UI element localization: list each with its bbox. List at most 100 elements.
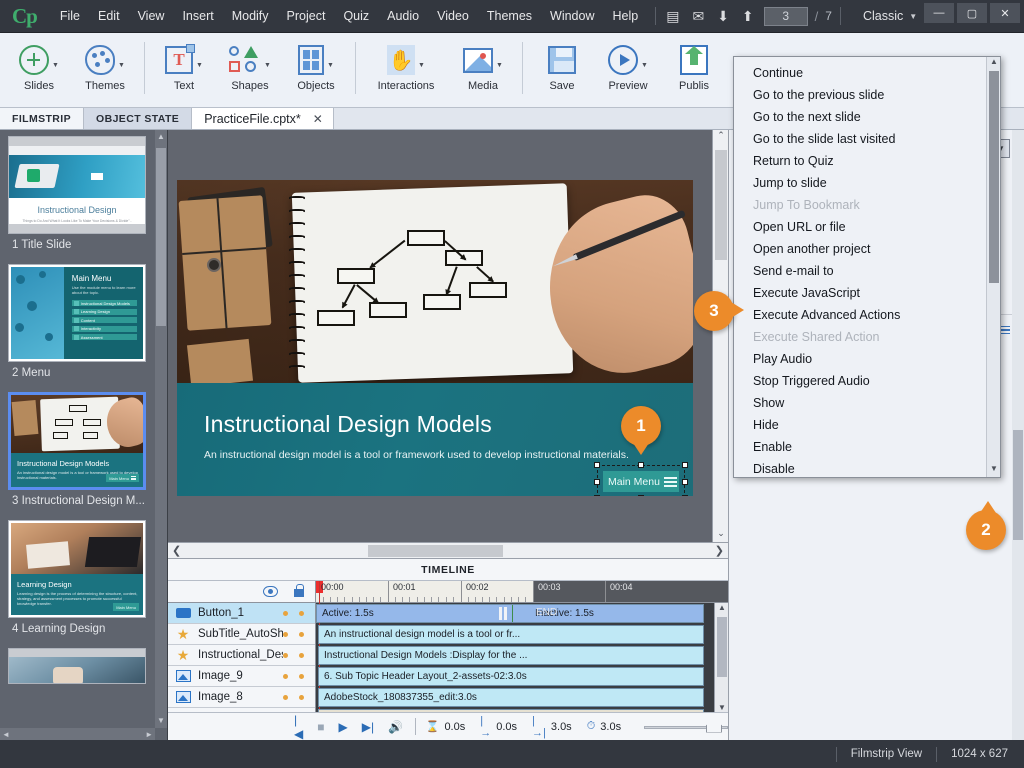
dropdown-scrollbar[interactable]: ▲ ▼	[986, 57, 1000, 477]
menu-item-hide[interactable]: Hide	[734, 414, 986, 436]
menu-modify[interactable]: Modify	[223, 4, 278, 28]
menu-item-enable[interactable]: Enable	[734, 436, 986, 458]
forward-button[interactable]: ▶|	[362, 720, 374, 734]
resize-handle-bl[interactable]	[594, 495, 600, 496]
visibility-toggle[interactable]	[283, 652, 288, 658]
chevron-down-icon[interactable]: ▼	[418, 62, 425, 69]
visibility-toggle[interactable]	[283, 610, 288, 616]
menu-help[interactable]: Help	[604, 4, 648, 28]
menu-item-jump-to-slide[interactable]: Jump to slide	[734, 172, 986, 194]
menu-insert[interactable]: Insert	[173, 4, 222, 28]
scroll-left-icon[interactable]: ◄	[2, 730, 10, 739]
tab-document[interactable]: PracticeFile.cptx* ✕	[192, 108, 334, 129]
timeline-ruler[interactable]: 00:00 00:01 00:02 00:03 00:04	[316, 581, 728, 603]
play-button[interactable]: ▶	[338, 720, 347, 734]
scroll-right-icon[interactable]: ❯	[715, 544, 724, 557]
up-arrow-icon[interactable]: ⬆	[742, 9, 754, 23]
slide-canvas[interactable]: Instructional Design Models An instructi…	[177, 180, 693, 496]
mail-icon[interactable]: ✉	[692, 9, 704, 23]
scroll-down-icon[interactable]: ⌄	[713, 528, 728, 542]
slide-thumbnail-5[interactable]	[8, 648, 146, 684]
menu-item-disable[interactable]: Disable	[734, 458, 986, 480]
scroll-down-icon[interactable]: ▼	[155, 714, 167, 728]
list-item[interactable]	[8, 648, 155, 684]
toolbar-interactions-button[interactable]: ✋ ▼ Interactions	[362, 38, 450, 92]
lock-toggle[interactable]	[299, 673, 304, 679]
filmstrip-vertical-scrollbar[interactable]: ▲ ▼	[155, 130, 167, 728]
menu-item-play-audio[interactable]: Play Audio	[734, 348, 986, 370]
menu-project[interactable]: Project	[278, 4, 335, 28]
timeline-bar-image-8[interactable]: AdobeStock_180837355_edit:3.0s	[318, 688, 704, 707]
filmstrip-horizontal-scrollbar[interactable]: ◄ ►	[0, 728, 155, 740]
audio-button[interactable]: 🔊	[388, 720, 403, 734]
scroll-up-icon[interactable]: ⌃	[713, 130, 728, 144]
menu-item-return-to-quiz[interactable]: Return to Quiz	[734, 150, 986, 172]
menu-item-execute-advanced-actions[interactable]: Execute Advanced Actions	[734, 304, 986, 326]
menu-item-open-another-project[interactable]: Open another project	[734, 238, 986, 260]
slide-subtitle-text[interactable]: An instructional design model is a tool …	[204, 449, 629, 461]
stage-vertical-scrollbar[interactable]: ⌃ ⌄	[712, 130, 728, 542]
timeline-zoom-slider[interactable]	[644, 719, 728, 733]
menu-item-stop-triggered-audio[interactable]: Stop Triggered Audio	[734, 370, 986, 392]
timeline-vertical-scrollbar[interactable]: ▲ ▼	[714, 603, 728, 712]
slide-thumbnail-1[interactable]: Instructional Design Things to Do And Wh…	[8, 136, 146, 234]
timeline-bar-subtitle[interactable]: An instructional design model is a tool …	[318, 625, 704, 644]
toolbar-slides-button[interactable]: ▼ Slides	[6, 38, 72, 92]
properties-vertical-scrollbar[interactable]	[1012, 130, 1024, 740]
resize-handle-tc[interactable]	[638, 462, 644, 468]
toolbar-save-button[interactable]: Save	[529, 38, 595, 92]
down-arrow-icon[interactable]: ⬇	[717, 9, 729, 23]
menu-item-open-url-or-file[interactable]: Open URL or file	[734, 216, 986, 238]
menu-item-continue[interactable]: Continue	[734, 62, 986, 84]
menu-view[interactable]: View	[129, 4, 174, 28]
scroll-up-icon[interactable]: ▲	[987, 57, 1001, 70]
chevron-down-icon[interactable]: ▼	[327, 62, 334, 69]
slide-thumbnail-3[interactable]: Instructional Design Models An instructi…	[8, 392, 146, 490]
table-row[interactable]: Button_1	[168, 603, 315, 624]
menu-item-go-to-previous-slide[interactable]: Go to the previous slide	[734, 84, 986, 106]
menu-audio[interactable]: Audio	[378, 4, 428, 28]
visibility-toggle[interactable]	[283, 631, 288, 637]
scroll-up-icon[interactable]: ▲	[155, 130, 167, 144]
slide-number-input[interactable]: 3	[763, 6, 808, 26]
close-icon[interactable]: ✕	[313, 112, 323, 126]
menu-item-go-to-slide-last-visited[interactable]: Go to the slide last visited	[734, 128, 986, 150]
scroll-right-icon[interactable]: ►	[145, 730, 153, 739]
lock-icon[interactable]	[294, 584, 304, 597]
visibility-toggle[interactable]	[283, 694, 288, 700]
maximize-button[interactable]: ▢	[957, 3, 987, 23]
timeline-bar-image-9[interactable]: 6. Sub Topic Header Layout_2-assets-02:3…	[318, 667, 704, 686]
menu-edit[interactable]: Edit	[89, 4, 129, 28]
lock-toggle[interactable]	[299, 652, 304, 658]
chevron-down-icon[interactable]: ▼	[52, 62, 59, 69]
slide-thumbnail-4[interactable]: Learning Design Learning design is the p…	[8, 520, 146, 618]
scroll-down-icon[interactable]: ▼	[987, 464, 1001, 477]
menu-item-execute-javascript[interactable]: Execute JavaScript	[734, 282, 986, 304]
resize-handle-tl[interactable]	[594, 462, 600, 468]
table-row[interactable]: ★ SubTitle_AutoShape_3	[168, 624, 315, 645]
toolbar-shapes-button[interactable]: ▼ Shapes	[217, 38, 283, 92]
toolbar-themes-button[interactable]: ▼ Themes	[72, 38, 138, 92]
scroll-up-icon[interactable]: ▲	[715, 603, 728, 612]
menu-item-go-to-next-slide[interactable]: Go to the next slide	[734, 106, 986, 128]
list-item[interactable]: Instructional Design Things to Do And Wh…	[8, 136, 155, 260]
resize-handle-ml[interactable]	[594, 478, 600, 485]
tab-object-state[interactable]: OBJECT STATE	[84, 108, 193, 129]
scroll-down-icon[interactable]: ▼	[715, 703, 728, 712]
eye-icon[interactable]	[263, 586, 278, 597]
pause-marker-icon[interactable]	[499, 607, 508, 620]
slider-knob[interactable]	[706, 719, 722, 733]
menu-item-send-email-to[interactable]: Send e-mail to	[734, 260, 986, 282]
chevron-down-icon[interactable]: ▼	[264, 62, 271, 69]
timeline-track-area[interactable]: 00:00 00:01 00:02 00:03 00:04 Active: 1.…	[316, 581, 728, 712]
lock-toggle[interactable]	[299, 610, 304, 616]
list-item[interactable]: Main Menu Use the module menu to learn m…	[8, 264, 155, 388]
scroll-left-icon[interactable]: ❮	[172, 544, 181, 557]
table-row[interactable]: Image_9	[168, 666, 315, 687]
scrollbar-thumb[interactable]	[717, 617, 727, 677]
scrollbar-thumb[interactable]	[1013, 430, 1023, 540]
slide-title-text[interactable]: Instructional Design Models	[204, 411, 492, 438]
scrollbar-thumb[interactable]	[715, 150, 727, 260]
menu-file[interactable]: File	[51, 4, 89, 28]
toolbar-objects-button[interactable]: ▼ Objects	[283, 38, 349, 92]
